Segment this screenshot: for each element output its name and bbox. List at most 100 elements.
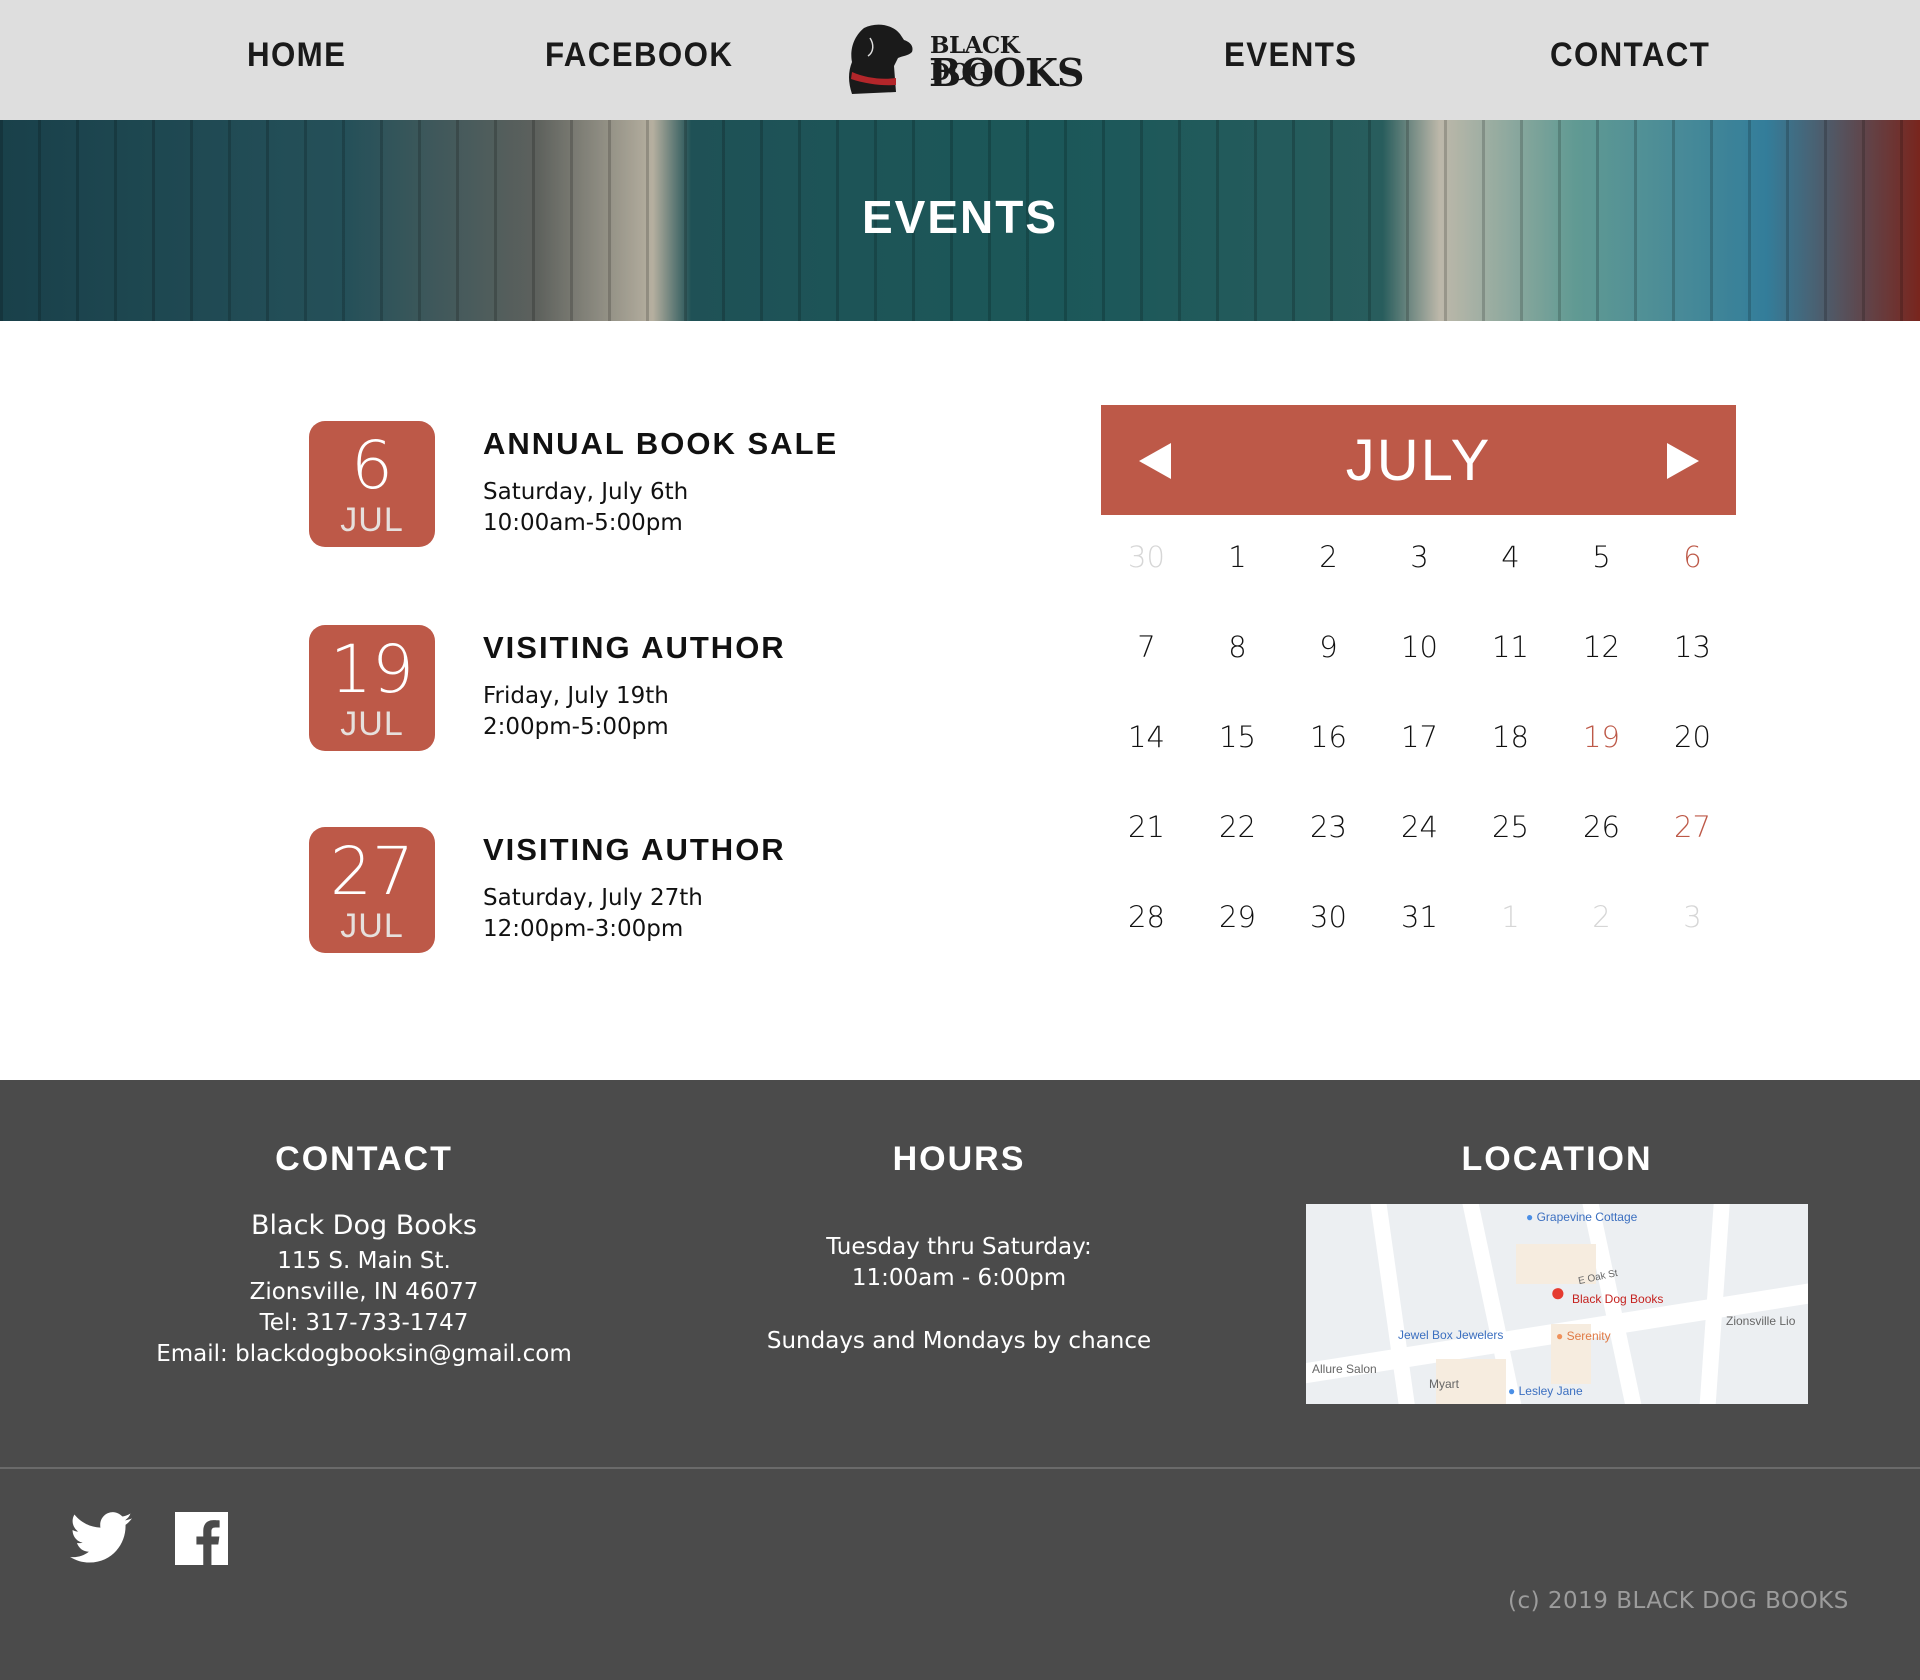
calendar-day[interactable]: 8: [1192, 630, 1283, 664]
calendar-day[interactable]: 4: [1465, 540, 1556, 574]
footer: CONTACT Black Dog Books 115 S. Main St. …: [0, 1080, 1920, 1680]
twitter-icon[interactable]: [70, 1512, 132, 1564]
calendar-day[interactable]: 28: [1101, 900, 1192, 934]
calendar-day-event[interactable]: 6: [1647, 540, 1738, 574]
event-date: Friday, July 19th: [483, 683, 669, 709]
event-item[interactable]: 27 JUL VISITING AUTHOR Saturday, July 27…: [309, 827, 1009, 953]
contact-phone[interactable]: Tel: 317-733-1747: [114, 1308, 614, 1339]
contact-street: 115 S. Main St.: [277, 1248, 451, 1274]
calendar-week: 28 29 30 31 1 2 3: [1101, 882, 1736, 972]
event-date: Saturday, July 6th: [483, 479, 689, 505]
map-label-grapevine: ● Grapevine Cottage: [1526, 1210, 1638, 1224]
calendar-day[interactable]: 12: [1556, 630, 1647, 664]
page-title: EVENTS: [861, 191, 1059, 243]
calendar-day-other-month[interactable]: 30: [1101, 540, 1192, 574]
footer-divider: [0, 1467, 1920, 1469]
calendar-day[interactable]: 21: [1101, 810, 1192, 844]
calendar-day-other-month[interactable]: 3: [1647, 900, 1738, 934]
top-nav: HOME FACEBOOK BLACK DOG BOOKS EVENTS CON…: [0, 0, 1920, 120]
calendar-day[interactable]: 1: [1192, 540, 1283, 574]
map-label-zionsville: Zionsville Lio: [1726, 1314, 1796, 1328]
black-dog-icon: [849, 24, 913, 94]
nav-facebook[interactable]: FACEBOOK: [545, 36, 733, 75]
calendar-day[interactable]: 5: [1556, 540, 1647, 574]
facebook-icon[interactable]: [175, 1512, 228, 1565]
event-time: 10:00am-5:00pm: [483, 510, 683, 536]
calendar-week: 21 22 23 24 25 26 27: [1101, 792, 1736, 882]
calendar-day[interactable]: 24: [1374, 810, 1465, 844]
calendar-day[interactable]: 3: [1374, 540, 1465, 574]
map-label-myart: Myart: [1429, 1377, 1459, 1391]
copyright: (c) 2019 BLACK DOG BOOKS: [1508, 1588, 1849, 1614]
event-date-badge: 6 JUL: [309, 421, 435, 547]
calendar-day-event[interactable]: 19: [1556, 720, 1647, 754]
calendar-day[interactable]: 26: [1556, 810, 1647, 844]
location-map[interactable]: ● Grapevine Cottage E Oak St ● Black Dog…: [1306, 1204, 1808, 1404]
calendar-week: 30 1 2 3 4 5 6: [1101, 522, 1736, 612]
calendar-day[interactable]: 23: [1283, 810, 1374, 844]
nav-home[interactable]: HOME: [247, 36, 346, 75]
hours-days: Tuesday thru Saturday:: [826, 1234, 1092, 1260]
contact-heading: CONTACT: [275, 1140, 453, 1178]
calendar-day[interactable]: 9: [1283, 630, 1374, 664]
contact-email[interactable]: Email: blackdogbooksin@gmail.com: [114, 1339, 614, 1370]
calendar-day[interactable]: 31: [1374, 900, 1465, 934]
event-month: JUL: [340, 501, 404, 539]
contact-name: Black Dog Books: [251, 1210, 477, 1241]
map-label-jewel: Jewel Box Jewelers: [1398, 1328, 1504, 1342]
logo-line2: BOOKS: [929, 50, 1084, 95]
calendar-header: JULY: [1101, 405, 1736, 515]
calendar-day[interactable]: 20: [1647, 720, 1738, 754]
event-day: 19: [330, 631, 414, 708]
event-month: JUL: [340, 705, 404, 743]
event-item[interactable]: 6 JUL ANNUAL BOOK SALE Saturday, July 6t…: [309, 421, 1009, 547]
hours-heading: HOURS: [892, 1140, 1026, 1178]
event-title: ANNUAL BOOK SALE: [483, 426, 839, 461]
calendar-day[interactable]: 18: [1465, 720, 1556, 754]
hours-times: 11:00am - 6:00pm: [851, 1265, 1067, 1291]
hours-note: Sundays and Mondays by chance: [766, 1328, 1152, 1354]
calendar-day-other-month[interactable]: 2: [1556, 900, 1647, 934]
map-label-serenity: ● Serenity: [1556, 1329, 1611, 1343]
calendar-day[interactable]: 10: [1374, 630, 1465, 664]
map-label-lesley: ● Lesley Jane: [1508, 1384, 1583, 1398]
map-label-store: Black Dog Books: [1572, 1292, 1664, 1306]
calendar-day-other-month[interactable]: 1: [1465, 900, 1556, 934]
location-heading: LOCATION: [1461, 1140, 1653, 1178]
calendar-grid: 30 1 2 3 4 5 6 7 8 9 10 11 12 13 14 15 16 17 18 19 20 21 22 23 2…: [1101, 522, 1736, 972]
event-title: VISITING AUTHOR: [483, 832, 786, 867]
calendar-day[interactable]: 11: [1465, 630, 1556, 664]
calendar-day[interactable]: 30: [1283, 900, 1374, 934]
calendar-day[interactable]: 14: [1101, 720, 1192, 754]
contact-city: Zionsville, IN 46077: [249, 1279, 479, 1305]
nav-contact[interactable]: CONTACT: [1550, 36, 1710, 75]
next-month-button[interactable]: [1667, 443, 1699, 479]
event-date: Saturday, July 27th: [483, 885, 703, 911]
event-time: 12:00pm-3:00pm: [483, 916, 684, 942]
event-date-badge: 27 JUL: [309, 827, 435, 953]
calendar-week: 7 8 9 10 11 12 13: [1101, 612, 1736, 702]
calendar-day[interactable]: 29: [1192, 900, 1283, 934]
calendar-day[interactable]: 17: [1374, 720, 1465, 754]
calendar-day[interactable]: 7: [1101, 630, 1192, 664]
map-marker-icon: ●: [1550, 1277, 1566, 1307]
calendar-day[interactable]: 15: [1192, 720, 1283, 754]
event-date-badge: 19 JUL: [309, 625, 435, 751]
calendar-week: 14 15 16 17 18 19 20: [1101, 702, 1736, 792]
map-label-allure: Allure Salon: [1312, 1362, 1377, 1376]
logo[interactable]: BLACK DOG BOOKS: [846, 22, 1084, 98]
event-title: VISITING AUTHOR: [483, 630, 786, 665]
calendar-day-event[interactable]: 27: [1647, 810, 1738, 844]
calendar-month: JULY: [1345, 428, 1492, 493]
calendar-day[interactable]: 25: [1465, 810, 1556, 844]
event-day: 27: [330, 833, 414, 910]
event-day: 6: [351, 427, 393, 504]
nav-events[interactable]: EVENTS: [1224, 36, 1357, 75]
calendar-day[interactable]: 13: [1647, 630, 1738, 664]
calendar-day[interactable]: 16: [1283, 720, 1374, 754]
calendar-day[interactable]: 22: [1192, 810, 1283, 844]
event-month: JUL: [340, 907, 404, 945]
hero-banner: EVENTS: [0, 120, 1920, 321]
calendar-day[interactable]: 2: [1283, 540, 1374, 574]
event-item[interactable]: 19 JUL VISITING AUTHOR Friday, July 19th…: [309, 625, 1009, 751]
